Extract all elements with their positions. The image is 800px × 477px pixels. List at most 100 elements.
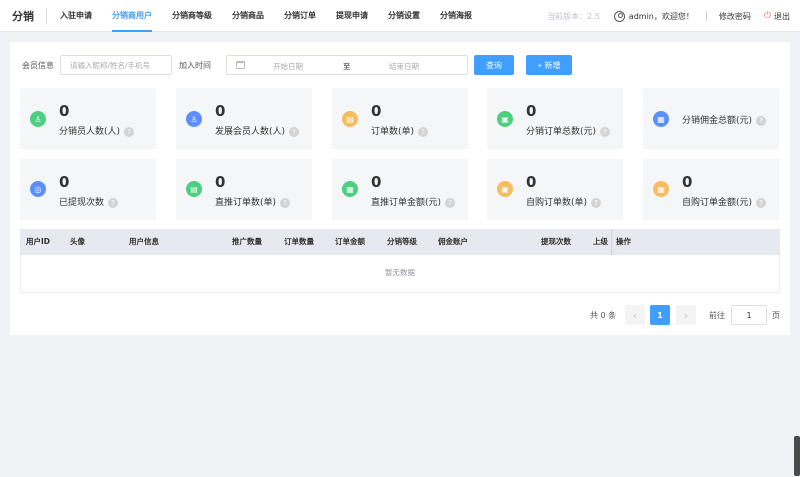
stat-label-text: 分销员人数(人) (59, 127, 121, 137)
stat-label: 订单数(单)? (371, 124, 429, 137)
help-icon[interactable]: ? (591, 197, 602, 208)
help-icon[interactable]: ? (108, 197, 119, 208)
column-header-promotion-count[interactable]: 推广数量 (232, 229, 262, 255)
stat-value: 0 (526, 173, 537, 191)
top-right-area: 当前版本：2.5 admin，欢迎您！ 修改密码 ⏻ 退出 (547, 0, 790, 32)
help-icon[interactable]: ? (756, 115, 767, 126)
wallet-icon: ▣ (497, 111, 513, 127)
nav-tab-distributor-levels[interactable]: 分销商等级 (162, 0, 222, 32)
nav-tab-distribution-orders[interactable]: 分销订单 (274, 0, 326, 32)
stat-card-direct-order-amount: ▦ 0 直推订单金额(元)? (332, 159, 468, 220)
stat-value: 0 (526, 102, 537, 120)
empty-table-text: 暂无数据 (385, 268, 415, 277)
column-header-user-id[interactable]: 用户ID (26, 229, 50, 255)
date-range-picker[interactable]: 开始日期 至 结束日期 (226, 55, 468, 75)
help-icon[interactable]: ? (756, 197, 767, 208)
stat-card-withdraw-count: ◎ 0 已提现次数? (20, 159, 156, 220)
help-icon[interactable]: ? (445, 197, 456, 208)
self-amount-icon: ▦ (653, 181, 669, 197)
table-body: 暂无数据 (20, 255, 780, 293)
stat-card-commission-total: ▦ 分销佣金总额(元)? (643, 88, 779, 149)
column-header-user-info[interactable]: 用户信息 (129, 229, 159, 255)
goto-label: 前往 (709, 311, 725, 320)
nav-tab-distribution-settings[interactable]: 分销设置 (378, 0, 430, 32)
divider (705, 11, 707, 21)
stat-value: 0 (215, 102, 226, 120)
stat-label: 分销订单总数(元)? (526, 124, 611, 137)
stat-value: 0 (682, 173, 693, 191)
stat-label: 分销佣金总额(元)? (682, 113, 767, 126)
next-page-button[interactable]: › (676, 305, 696, 325)
stat-card-self-order-amount: ▦ 0 自购订单金额(元)? (643, 159, 779, 220)
column-header-order-count[interactable]: 订单数量 (284, 229, 314, 255)
stat-value: 0 (59, 102, 70, 120)
date-range-separator: 至 (343, 62, 351, 71)
nav-tab-withdraw-requests[interactable]: 提现申请 (326, 0, 378, 32)
stat-label-text: 分销佣金总额(元) (682, 116, 753, 126)
column-header-actions[interactable]: 操作 (616, 229, 631, 255)
self-order-icon: ▣ (497, 181, 513, 197)
chevron-right-icon: › (683, 308, 689, 322)
stat-label: 直推订单金额(元)? (371, 195, 456, 208)
user-icon: ♙ (30, 111, 46, 127)
stat-label: 自购订单数(单)? (526, 195, 602, 208)
page-jump-input[interactable]: 1 (731, 305, 767, 325)
nav-tab-distributor-users[interactable]: 分销商用户 (102, 0, 162, 32)
column-header-order-amount[interactable]: 订单金额 (335, 229, 365, 255)
app-logo: 分销 (12, 10, 34, 23)
stat-label-text: 直推订单金额(元) (371, 198, 442, 208)
stat-label-text: 分销订单总数(元) (526, 127, 597, 137)
users-icon: ♙ (186, 111, 202, 127)
nav-tab-distribution-poster[interactable]: 分销海报 (430, 0, 482, 32)
nav-tab-distribution-products[interactable]: 分销商品 (222, 0, 274, 32)
stat-label-text: 订单数(单) (371, 127, 415, 137)
help-icon[interactable]: ? (289, 126, 300, 137)
stat-value: 0 (371, 102, 382, 120)
help-icon[interactable]: ? (600, 126, 611, 137)
commission-icon: ▦ (653, 111, 669, 127)
stat-card-order-total: ▣ 0 分销订单总数(元)? (487, 88, 623, 149)
scrollbar-thumb[interactable] (794, 436, 800, 476)
member-info-label: 会员信息 (22, 61, 54, 70)
stat-label: 直推订单数(单)? (215, 195, 291, 208)
column-header-superior[interactable]: 上级 (593, 229, 611, 255)
top-bar: 分销 入驻申请 分销商用户 分销商等级 分销商品 分销订单 提现申请 分销设置 … (0, 0, 800, 32)
member-search-input[interactable]: 请输入昵称/姓名/手机号 (60, 55, 172, 75)
column-header-withdraw-count[interactable]: 提现次数 (541, 229, 571, 255)
logout-link[interactable]: 退出 (774, 11, 790, 22)
query-button[interactable]: 查询 (474, 55, 514, 75)
order-icon: ▤ (342, 111, 358, 127)
page-unit-label: 页 (772, 311, 780, 320)
power-icon[interactable]: ⏻ (764, 11, 771, 21)
end-date-input[interactable]: 结束日期 (389, 61, 419, 72)
user-icon (613, 10, 625, 22)
join-time-label: 加入时间 (179, 61, 211, 70)
page-number-1[interactable]: 1 (650, 305, 670, 325)
stat-value: 0 (215, 173, 226, 191)
stat-label: 分销员人数(人)? (59, 124, 135, 137)
pagination-total: 共 0 条 (590, 311, 617, 320)
welcome-text: admin，欢迎您！ (628, 11, 694, 21)
stat-label-text: 自购订单数(单) (526, 198, 588, 208)
prev-page-button[interactable]: ‹ (625, 305, 645, 325)
stat-card-direct-order-count: ▤ 0 直推订单数(单)? (176, 159, 312, 220)
member-search-placeholder: 请输入昵称/姓名/手机号 (70, 60, 151, 70)
nav-tab-entry-application[interactable]: 入驻申请 (50, 0, 102, 32)
column-header-distribution-level[interactable]: 分销等级 (387, 229, 417, 255)
change-password-link[interactable]: 修改密码 (719, 11, 751, 22)
help-icon[interactable]: ? (124, 126, 135, 137)
stat-card-distributor-count: ♙ 0 分销员人数(人)? (20, 88, 156, 149)
stat-label: 发展会员人数(人)? (215, 124, 300, 137)
withdraw-icon: ◎ (30, 181, 46, 197)
start-date-input[interactable]: 开始日期 (273, 61, 303, 72)
stat-value: 0 (59, 173, 70, 191)
main-nav: 入驻申请 分销商用户 分销商等级 分销商品 分销订单 提现申请 分销设置 分销海… (50, 0, 482, 32)
column-header-avatar[interactable]: 头像 (70, 229, 85, 255)
add-button[interactable]: + 新增 (526, 55, 572, 75)
help-icon[interactable]: ? (418, 126, 429, 137)
help-icon[interactable]: ? (280, 197, 291, 208)
stat-label-text: 自购订单金额(元) (682, 198, 753, 208)
stat-card-order-count: ▤ 0 订单数(单)? (332, 88, 468, 149)
column-header-commission-account[interactable]: 佣金账户 (438, 229, 468, 255)
